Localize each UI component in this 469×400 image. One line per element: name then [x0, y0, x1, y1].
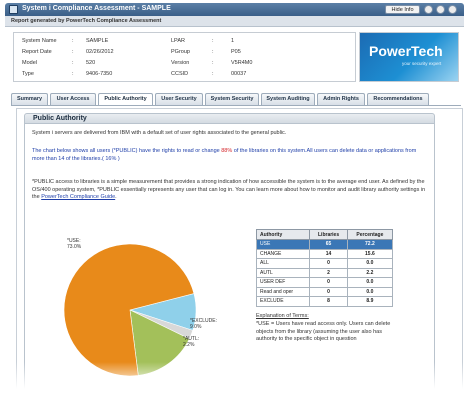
- info-value: P05: [231, 49, 241, 55]
- cell-authority: CHANGE: [255, 248, 311, 259]
- cell-libraries: 0: [309, 286, 348, 297]
- cell-libraries: 0: [309, 258, 348, 269]
- public-authority-pie-chart: [63, 243, 197, 377]
- tab-system-auditing[interactable]: System Auditing: [261, 93, 315, 105]
- tab-recommendations[interactable]: Recommendations: [367, 93, 429, 105]
- intro-text: System i servers are delivered from IBM …: [32, 130, 287, 136]
- info-label: PGroup: [171, 49, 190, 55]
- explanation-text: *USE = Users have read access only. User…: [256, 321, 391, 342]
- table-row[interactable]: USE 65 72.2: [255, 239, 394, 250]
- window-title: System i Compliance Assessment - SAMPLE: [22, 5, 171, 12]
- powertech-logo: PowerTech your security expert: [359, 32, 459, 82]
- pie-label-exclude-value: 9.0%: [190, 324, 202, 330]
- report-subtitle-bar: Report generated by PowerTech Compliance…: [5, 16, 464, 27]
- tab-system-security[interactable]: System Security: [205, 93, 259, 105]
- cell-libraries: 65: [309, 239, 348, 250]
- info-label: System Name: [22, 38, 57, 44]
- description-text: *PUBLIC access to libraries is a simple …: [32, 179, 430, 202]
- table-row[interactable]: USER DEF 0 0.0: [255, 277, 394, 288]
- logo-text: PowerTech: [369, 43, 443, 59]
- explanation-heading: Explanation of Terms:: [256, 313, 309, 319]
- info-label: Type: [22, 71, 34, 77]
- cell-percentage: 0.0: [346, 286, 394, 297]
- cell-authority: USE: [255, 239, 311, 250]
- panel-title: Public Authority: [33, 115, 87, 122]
- cell-authority: USER DEF: [255, 277, 311, 288]
- cell-libraries: 2: [309, 267, 348, 278]
- column-header-libraries: Libraries: [309, 229, 348, 240]
- info-value: 02/26/2012: [86, 49, 114, 55]
- info-value: 9406-7350: [86, 71, 113, 77]
- system-info-panel: System Name : SAMPLE Report Date : 02/26…: [13, 32, 356, 82]
- app-icon: [9, 5, 18, 14]
- table-row[interactable]: CHANGE 14 15.6: [255, 248, 394, 259]
- cell-authority: ALL: [255, 258, 311, 269]
- table-header-row: Authority Libraries Percentage: [255, 229, 394, 240]
- reflection-fade: [0, 362, 469, 400]
- info-label: Version: [171, 60, 190, 66]
- report-subtitle: Report generated by PowerTech Compliance…: [11, 18, 162, 24]
- tab-user-security[interactable]: User Security: [155, 93, 203, 105]
- pie-label-use: *USE: 73.0%: [67, 238, 81, 250]
- cell-authority: Read and oper: [255, 286, 311, 297]
- cell-percentage: 0.0: [346, 277, 394, 288]
- pie-label-autl: *AUTL: 2.2%: [183, 336, 199, 348]
- logo-tagline: your security expert: [402, 61, 442, 66]
- info-value: 00037: [231, 71, 247, 77]
- info-value: 1: [231, 38, 235, 44]
- close-icon[interactable]: [448, 5, 457, 14]
- info-value: 520: [86, 60, 96, 66]
- print-icon[interactable]: [424, 5, 433, 14]
- column-header-authority: Authority: [255, 229, 311, 240]
- table-row[interactable]: EXCLUDE 8 8.9: [255, 296, 394, 307]
- tab-admin-rights[interactable]: Admin Rights: [317, 93, 365, 105]
- info-label: Report Date: [22, 49, 52, 55]
- cell-percentage: 8.9: [346, 296, 394, 307]
- cell-libraries: 14: [309, 248, 348, 259]
- table-row[interactable]: ALL 0 0.0: [255, 258, 394, 269]
- pie-label-exclude: *EXCLUDE: 9.0%: [190, 318, 217, 330]
- cell-libraries: 8: [309, 296, 348, 307]
- cell-libraries: 0: [309, 277, 348, 288]
- description-end: .: [115, 194, 117, 200]
- compliance-guide-link[interactable]: PowerTech Compliance Guide: [41, 194, 115, 200]
- cell-percentage: 15.6: [346, 248, 394, 259]
- info-value: V5R4M0: [231, 60, 253, 66]
- pie-label-autl-value: 2.2%: [183, 342, 195, 348]
- info-label: Model: [22, 60, 37, 66]
- hide-info-button[interactable]: Hide Info: [385, 5, 420, 14]
- cell-authority: AUTL: [255, 267, 311, 278]
- authority-table: Authority Libraries Percentage USE 65 72…: [255, 229, 394, 307]
- table-row[interactable]: AUTL 2 2.2: [255, 267, 394, 278]
- tab-user-access[interactable]: User Access: [50, 93, 96, 105]
- column-header-percentage: Percentage: [346, 229, 394, 240]
- minimize-icon[interactable]: [436, 5, 445, 14]
- window-titlebar: System i Compliance Assessment - SAMPLE …: [5, 3, 464, 16]
- chart-summary-percent: 88%: [221, 148, 233, 154]
- table-row[interactable]: Read and oper 0 0.0: [255, 286, 394, 297]
- info-label: CCSID: [171, 71, 189, 77]
- cell-percentage: 2.2: [346, 267, 394, 278]
- chart-summary-text: The chart below shows all users (*PUBLIC…: [32, 148, 427, 163]
- pie-label-use-value: 73.0%: [67, 244, 82, 250]
- tab-summary[interactable]: Summary: [11, 93, 48, 105]
- info-label: LPAR: [171, 38, 185, 44]
- tab-divider: [11, 105, 461, 106]
- info-value: SAMPLE: [86, 38, 109, 44]
- cell-authority: EXCLUDE: [255, 296, 311, 307]
- panel-header: Public Authority: [24, 113, 435, 124]
- cell-percentage: 72.2: [346, 239, 394, 250]
- cell-percentage: 0.0: [346, 258, 394, 269]
- chart-summary-part1: The chart below shows all users (*PUBLIC…: [32, 148, 222, 154]
